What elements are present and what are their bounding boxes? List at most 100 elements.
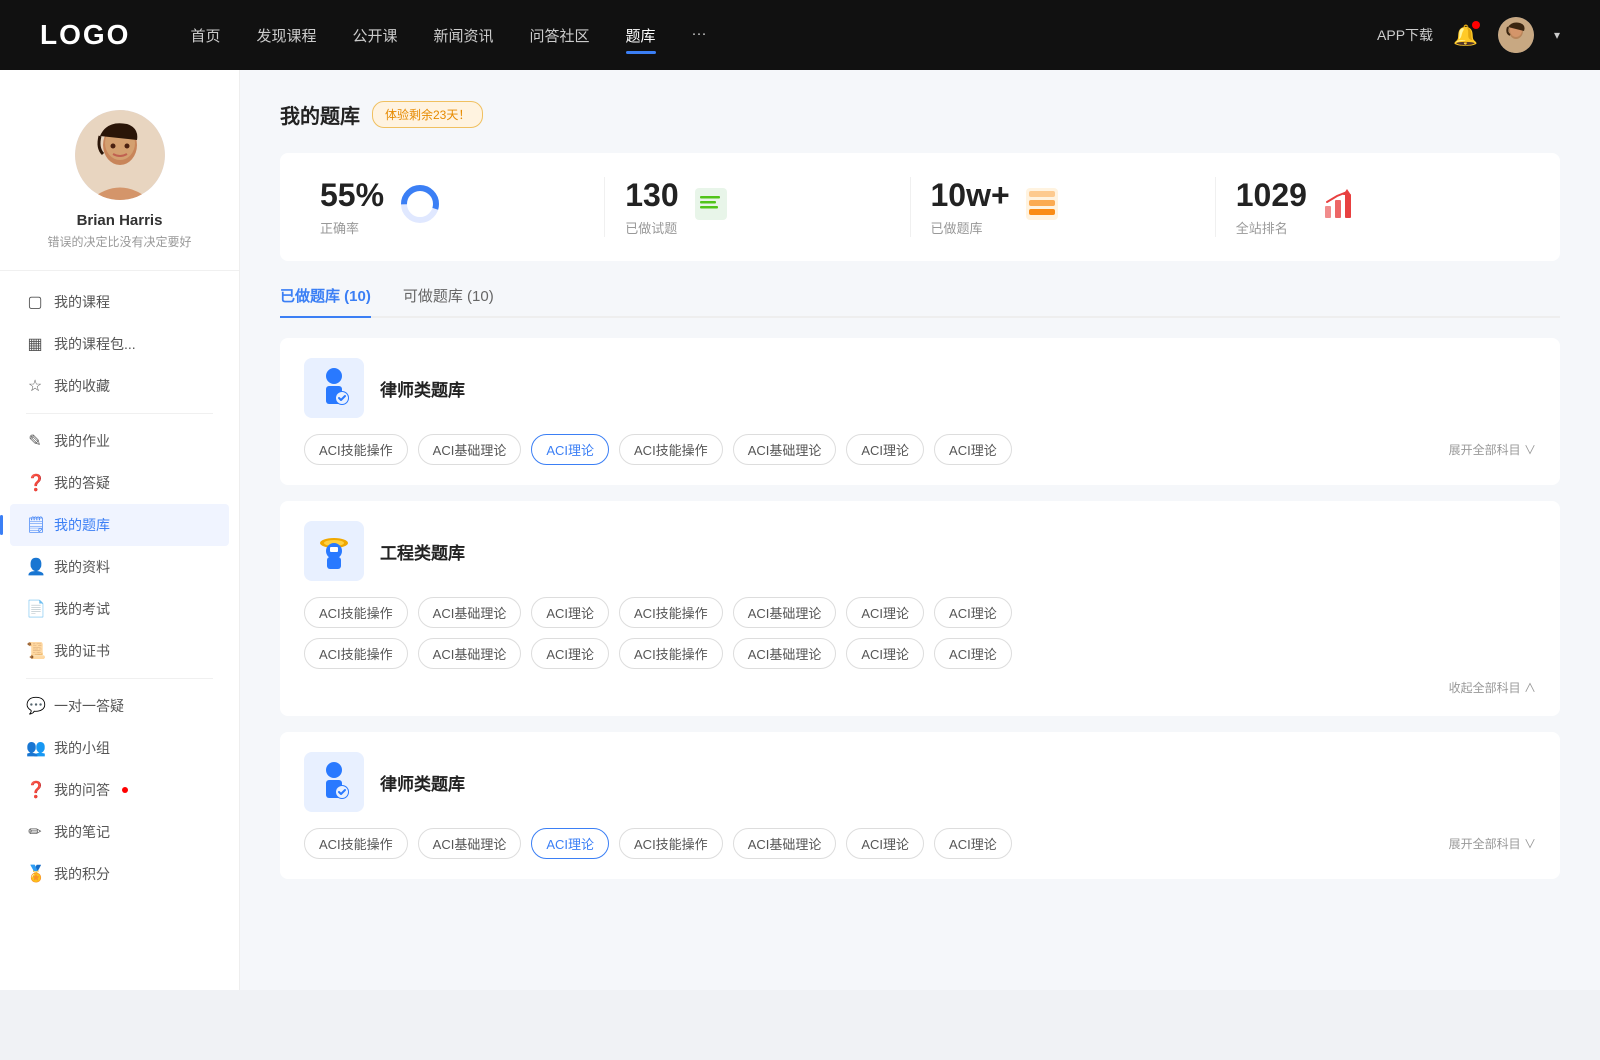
- tag-eng-skill-2[interactable]: ACI技能操作: [619, 597, 723, 628]
- nav-link-more[interactable]: ···: [692, 21, 707, 50]
- tag-aci-skill-2[interactable]: ACI技能操作: [619, 434, 723, 465]
- nav-link-opencourse[interactable]: 公开课: [352, 21, 397, 50]
- tag-eng-theory-4[interactable]: ACI理论: [531, 638, 609, 669]
- sidebar-item-tutor[interactable]: 💬 一对一答疑: [10, 685, 229, 727]
- stat-rank-label: 全站排名: [1236, 218, 1307, 237]
- tag-eng-theory-1[interactable]: ACI理论: [531, 597, 609, 628]
- stat-done-banks-label: 已做题库: [931, 218, 1010, 237]
- stat-rank: 1029 全站排名: [1216, 177, 1520, 237]
- list-icon: [693, 186, 729, 229]
- tag-aci-basic-1[interactable]: ACI基础理论: [418, 434, 522, 465]
- tag-aci-theory-3[interactable]: ACI理论: [934, 434, 1012, 465]
- nav-logo: LOGO: [40, 19, 130, 51]
- stat-rank-number: 1029: [1236, 177, 1307, 214]
- sidebar-item-label: 我的题库: [54, 515, 110, 535]
- stat-accuracy-number: 55%: [320, 177, 384, 214]
- sidebar-item-cert[interactable]: 📜 我的证书: [10, 630, 229, 672]
- trial-badge: 体验剩余23天！: [372, 101, 483, 128]
- tag-eng-basic-1[interactable]: ACI基础理论: [418, 597, 522, 628]
- bank-card-3-tag-row: ACI技能操作 ACI基础理论 ACI理论 ACI技能操作 ACI基础理论 AC…: [304, 828, 1536, 859]
- bank-card-1: 律师类题库 ACI技能操作 ACI基础理论 ACI理论 ACI技能操作 ACI基…: [280, 338, 1560, 485]
- stat-accuracy: 55% 正确率: [320, 177, 605, 237]
- tag-law2-theory-active[interactable]: ACI理论: [531, 828, 609, 859]
- nav-link-news[interactable]: 新闻资讯: [434, 21, 494, 50]
- expand-button-1[interactable]: 展开全部科目 ∨: [1449, 441, 1536, 458]
- sidebar-item-qa[interactable]: ❓ 我的答疑: [10, 462, 229, 504]
- tag-eng-theory-5[interactable]: ACI理论: [846, 638, 924, 669]
- stat-rank-left: 1029 全站排名: [1236, 177, 1307, 237]
- tag-aci-theory-2[interactable]: ACI理论: [846, 434, 924, 465]
- bank-icon: 🗒: [26, 515, 44, 535]
- sidebar-item-points[interactable]: 🏅 我的积分: [10, 853, 229, 895]
- tag-law2-basic-2[interactable]: ACI基础理论: [733, 828, 837, 859]
- lawyer-icon: [304, 358, 364, 418]
- question-icon: ❓: [26, 780, 44, 800]
- tag-eng-theory-2[interactable]: ACI理论: [846, 597, 924, 628]
- donut-chart-icon: [398, 182, 442, 233]
- tag-law2-skill-1[interactable]: ACI技能操作: [304, 828, 408, 859]
- profile-icon: 👤: [26, 557, 44, 577]
- nav-chevron-icon[interactable]: ▾: [1554, 28, 1560, 42]
- tag-law2-basic-1[interactable]: ACI基础理论: [418, 828, 522, 859]
- tag-eng-skill-1[interactable]: ACI技能操作: [304, 597, 408, 628]
- sidebar-item-favorites[interactable]: ☆ 我的收藏: [10, 365, 229, 407]
- nav-link-bank[interactable]: 题库: [626, 21, 656, 50]
- tag-eng-theory-6[interactable]: ACI理论: [934, 638, 1012, 669]
- bank-card-3-header: 律师类题库: [304, 752, 1536, 812]
- sidebar-item-group[interactable]: 👥 我的小组: [10, 727, 229, 769]
- tab-bar: 已做题库 (10) 可做题库 (10): [280, 285, 1560, 318]
- sidebar-item-label: 我的笔记: [54, 822, 110, 842]
- sidebar-avatar: [75, 110, 165, 200]
- notification-bell-icon[interactable]: 🔔: [1453, 23, 1478, 48]
- bank-card-2-header: 工程类题库: [304, 521, 1536, 581]
- chart-icon: [1321, 186, 1357, 229]
- user-avatar[interactable]: [1498, 17, 1534, 53]
- tag-eng-theory-3[interactable]: ACI理论: [934, 597, 1012, 628]
- stats-bar: 55% 正确率 130 已做试题: [280, 153, 1560, 261]
- page-wrapper: Brian Harris 错误的决定比没有决定要好 ▢ 我的课程 ▦ 我的课程包…: [0, 70, 1600, 990]
- tab-available-banks[interactable]: 可做题库 (10): [403, 285, 494, 316]
- nav-link-discover[interactable]: 发现课程: [256, 21, 316, 50]
- bank-card-2-tag-row-1: ACI技能操作 ACI基础理论 ACI理论 ACI技能操作 ACI基础理论 AC…: [304, 597, 1536, 628]
- sidebar-item-homework[interactable]: ✎ 我的作业: [10, 420, 229, 462]
- sidebar-item-label: 我的问答: [54, 780, 110, 800]
- stat-accuracy-left: 55% 正确率: [320, 177, 384, 237]
- bank-card-2-tag-row-2: ACI技能操作 ACI基础理论 ACI理论 ACI技能操作 ACI基础理论 AC…: [304, 638, 1536, 669]
- sidebar-item-question[interactable]: ❓ 我的问答: [10, 769, 229, 811]
- tag-eng-skill-4[interactable]: ACI技能操作: [619, 638, 723, 669]
- bank-card-2-title: 工程类题库: [380, 539, 465, 564]
- tag-aci-basic-2[interactable]: ACI基础理论: [733, 434, 837, 465]
- group-icon: 👥: [26, 738, 44, 758]
- sidebar-item-label: 我的考试: [54, 599, 110, 619]
- tag-eng-basic-4[interactable]: ACI基础理论: [733, 638, 837, 669]
- sidebar-item-label: 我的作业: [54, 431, 110, 451]
- tab-done-banks[interactable]: 已做题库 (10): [280, 285, 371, 316]
- points-icon: 🏅: [26, 864, 44, 884]
- stat-accuracy-label: 正确率: [320, 218, 384, 237]
- tag-law2-theory-2[interactable]: ACI理论: [846, 828, 924, 859]
- nav-link-home[interactable]: 首页: [190, 21, 220, 50]
- expand-button-3[interactable]: 展开全部科目 ∨: [1449, 835, 1536, 852]
- main-content: 我的题库 体验剩余23天！ 55% 正确率: [240, 70, 1600, 990]
- tag-aci-skill-1[interactable]: ACI技能操作: [304, 434, 408, 465]
- sidebar-item-profile[interactable]: 👤 我的资料: [10, 546, 229, 588]
- tag-law2-skill-2[interactable]: ACI技能操作: [619, 828, 723, 859]
- sidebar-profile: Brian Harris 错误的决定比没有决定要好: [0, 100, 239, 271]
- sidebar-item-course[interactable]: ▢ 我的课程: [10, 281, 229, 323]
- nav-link-qa[interactable]: 问答社区: [530, 21, 590, 50]
- tag-eng-basic-2[interactable]: ACI基础理论: [733, 597, 837, 628]
- sidebar-item-coursepack[interactable]: ▦ 我的课程包...: [10, 323, 229, 365]
- page-title: 我的题库: [280, 100, 360, 129]
- sidebar-item-bank[interactable]: 🗒 我的题库: [10, 504, 229, 546]
- tag-aci-theory-active[interactable]: ACI理论: [531, 434, 609, 465]
- tag-eng-basic-3[interactable]: ACI基础理论: [418, 638, 522, 669]
- sidebar-item-notes[interactable]: ✏ 我的笔记: [10, 811, 229, 853]
- tag-law2-theory-3[interactable]: ACI理论: [934, 828, 1012, 859]
- stat-done-questions: 130 已做试题: [605, 177, 910, 237]
- bank-card-1-tags: ACI技能操作 ACI基础理论 ACI理论 ACI技能操作 ACI基础理论 AC…: [304, 434, 1536, 465]
- sidebar-item-exam[interactable]: 📄 我的考试: [10, 588, 229, 630]
- collapse-button-2[interactable]: 收起全部科目 ∧: [304, 679, 1536, 696]
- app-download-button[interactable]: APP下载: [1377, 25, 1433, 45]
- sidebar-item-label: 我的收藏: [54, 376, 110, 396]
- tag-eng-skill-3[interactable]: ACI技能操作: [304, 638, 408, 669]
